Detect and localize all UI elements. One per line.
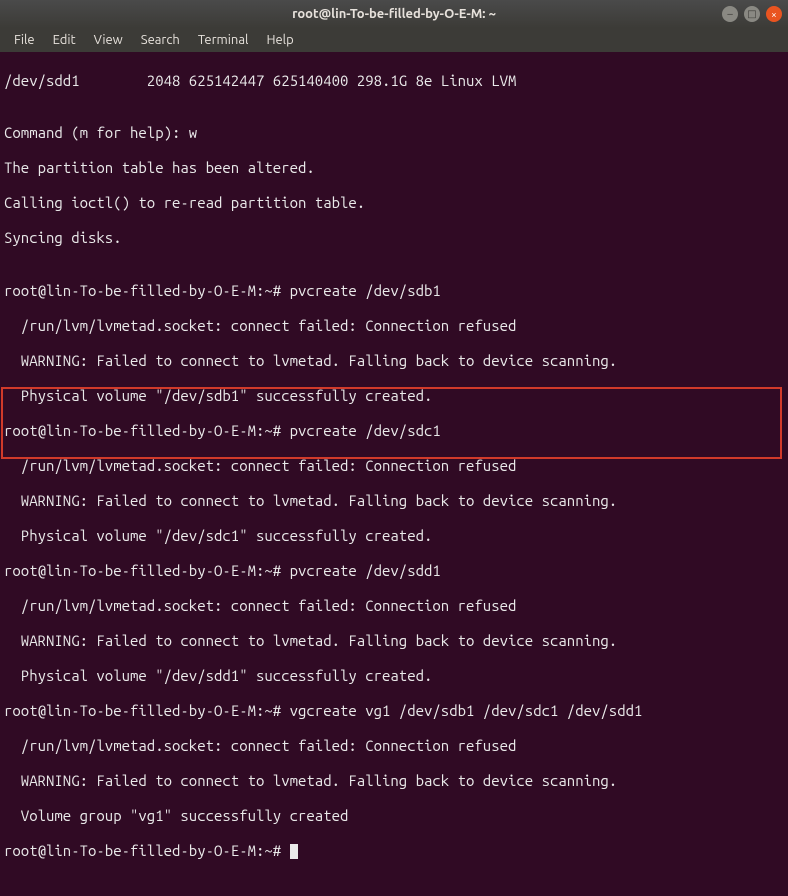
terminal-line: /run/lvm/lvmetad.socket: connect failed:… (4, 317, 784, 335)
terminal-line: Syncing disks. (4, 229, 784, 247)
terminal-line: Physical volume "/dev/sdb1" successfully… (4, 387, 784, 405)
window-title: root@lin-To-be-filled-by-O-E-M: ~ (292, 7, 496, 21)
menu-file[interactable]: File (6, 31, 43, 49)
terminal-line: root@lin-To-be-filled-by-O-E-M:~# pvcrea… (4, 422, 784, 440)
terminal-line: Physical volume "/dev/sdd1" successfully… (4, 667, 784, 685)
menu-terminal[interactable]: Terminal (190, 31, 257, 49)
terminal-line: Command (m for help): w (4, 124, 784, 142)
terminal-line: /run/lvm/lvmetad.socket: connect failed:… (4, 737, 784, 755)
terminal-content[interactable]: /dev/sdd1 2048 625142447 625140400 298.1… (0, 52, 788, 896)
terminal-line: root@lin-To-be-filled-by-O-E-M:~# vgcrea… (4, 702, 784, 720)
terminal-line: root@lin-To-be-filled-by-O-E-M:~# pvcrea… (4, 562, 784, 580)
close-button[interactable]: × (766, 6, 782, 22)
maximize-button[interactable]: □ (744, 6, 760, 22)
terminal-line: WARNING: Failed to connect to lvmetad. F… (4, 352, 784, 370)
terminal-line: Calling ioctl() to re-read partition tab… (4, 194, 784, 212)
terminal-line: WARNING: Failed to connect to lvmetad. F… (4, 632, 784, 650)
terminal-line: root@lin-To-be-filled-by-O-E-M:~# pvcrea… (4, 282, 784, 300)
menu-help[interactable]: Help (258, 31, 301, 49)
menu-view[interactable]: View (86, 31, 131, 49)
terminal-prompt: root@lin-To-be-filled-by-O-E-M:~# (4, 842, 290, 859)
titlebar: root@lin-To-be-filled-by-O-E-M: ~ ‒ □ × (0, 0, 788, 28)
terminal-line: /run/lvm/lvmetad.socket: connect failed:… (4, 457, 784, 475)
cursor-icon (290, 844, 298, 859)
terminal-line: /run/lvm/lvmetad.socket: connect failed:… (4, 597, 784, 615)
menubar: File Edit View Search Terminal Help (0, 28, 788, 52)
terminal-line: /dev/sdd1 2048 625142447 625140400 298.1… (4, 72, 784, 90)
terminal-prompt-line: root@lin-To-be-filled-by-O-E-M:~# (4, 842, 784, 860)
terminal-line: WARNING: Failed to connect to lvmetad. F… (4, 772, 784, 790)
terminal-line: Volume group "vg1" successfully created (4, 807, 784, 825)
minimize-button[interactable]: ‒ (722, 6, 738, 22)
terminal-line: WARNING: Failed to connect to lvmetad. F… (4, 492, 784, 510)
terminal-line: Physical volume "/dev/sdc1" successfully… (4, 527, 784, 545)
menu-search[interactable]: Search (133, 31, 188, 49)
window-buttons: ‒ □ × (722, 6, 782, 22)
terminal-line: The partition table has been altered. (4, 159, 784, 177)
menu-edit[interactable]: Edit (45, 31, 84, 49)
